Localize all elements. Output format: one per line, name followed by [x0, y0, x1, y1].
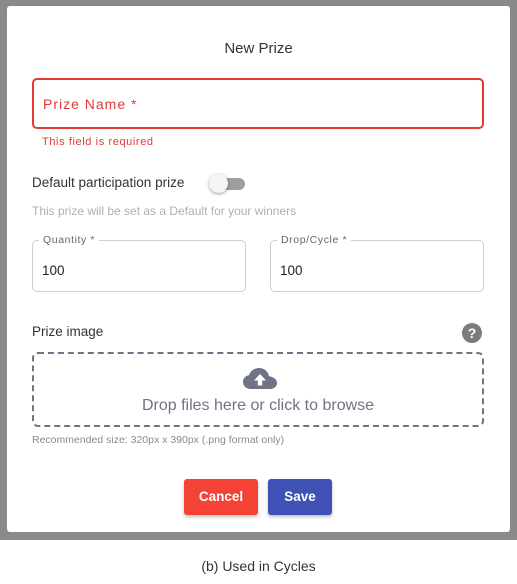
prize-name-input[interactable]: Prize Name * [32, 78, 484, 129]
drop-cycle-label: Drop/Cycle * [277, 234, 352, 246]
drop-cycle-input[interactable]: Drop/Cycle * 100 [270, 234, 484, 292]
quantity-label: Quantity * [39, 234, 100, 246]
cancel-button[interactable]: Cancel [184, 479, 258, 515]
drop-cycle-value: 100 [280, 263, 303, 278]
question-mark-icon[interactable]: ? [462, 323, 482, 343]
prize-name-label: Prize Name * [43, 96, 138, 112]
dialog-title: New Prize [224, 40, 293, 57]
quantity-input[interactable]: Quantity * 100 [32, 234, 246, 292]
quantity-value: 100 [42, 263, 65, 278]
save-button[interactable]: Save [268, 479, 332, 515]
new-prize-dialog: New Prize Prize Name * This field is req… [7, 6, 510, 532]
default-prize-label: Default participation prize [32, 175, 185, 190]
prize-name-error: This field is required [42, 136, 154, 148]
toggle-thumb [209, 174, 228, 193]
image-recommendation: Recommended size: 320px x 390px (.png fo… [32, 434, 285, 446]
image-dropzone[interactable]: Drop files here or click to browse [32, 352, 484, 427]
default-prize-toggle[interactable] [209, 174, 245, 193]
dropzone-text: Drop files here or click to browse [141, 397, 375, 414]
prize-image-label: Prize image [32, 324, 104, 339]
figure-caption: (b) Used in Cycles [201, 558, 316, 574]
cloud-upload-icon [243, 368, 277, 389]
default-prize-hint: This prize will be set as a Default for … [32, 204, 297, 218]
